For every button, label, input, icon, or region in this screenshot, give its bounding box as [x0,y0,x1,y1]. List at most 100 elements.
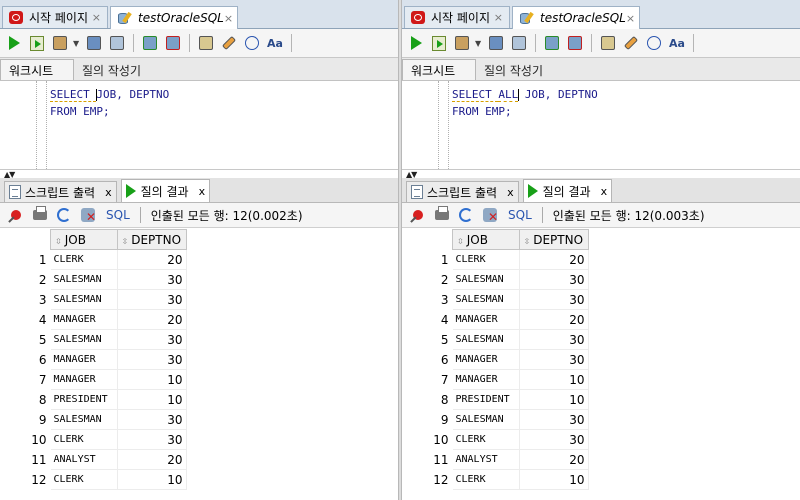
cell-job[interactable]: SALESMAN [50,409,118,430]
cell-deptno[interactable]: 10 [117,389,187,410]
rollback-button[interactable] [565,33,585,53]
cancel-fetch-button[interactable] [480,205,500,225]
close-icon[interactable]: × [626,12,635,25]
autotrace-button[interactable] [50,33,70,53]
table-row[interactable]: 7 MANAGER 10 [406,369,589,390]
cell-deptno[interactable]: 20 [117,449,187,470]
sql-tuning-button[interactable] [509,33,529,53]
cell-job[interactable]: MANAGER [452,309,520,330]
close-icon[interactable]: × [494,11,503,24]
cell-job[interactable]: SALESMAN [50,329,118,350]
table-row[interactable]: 5 SALESMAN 30 [4,329,187,350]
tab-start-page[interactable]: 시작 페이지 × [404,6,510,28]
close-icon[interactable]: × [224,12,233,25]
cell-job[interactable]: CLERK [452,469,520,490]
column-header-deptno[interactable]: ⇳ DEPTNO [116,229,187,250]
explain-plan-button[interactable] [486,33,506,53]
tab-query-builder[interactable]: 질의 작성기 [476,60,551,80]
table-row[interactable]: 12 CLERK 10 [4,469,187,490]
run-script-button[interactable] [429,33,449,53]
column-header-job[interactable]: ⇳ JOB [50,229,118,250]
cell-deptno[interactable]: 30 [117,409,187,430]
sql-link[interactable]: SQL [106,208,130,222]
cell-job[interactable]: CLERK [50,249,118,270]
cell-job[interactable]: PRESIDENT [452,389,520,410]
table-row[interactable]: 8 PRESIDENT 10 [4,389,187,410]
table-row[interactable]: 11 ANALYST 20 [406,449,589,470]
cell-deptno[interactable]: 20 [117,309,187,330]
cell-job[interactable]: CLERK [452,249,520,270]
sort-icon[interactable]: ⇳ [122,237,129,246]
cell-deptno[interactable]: 20 [519,449,589,470]
refresh-button[interactable] [456,205,476,225]
table-row[interactable]: 3 SALESMAN 30 [4,289,187,310]
tab-worksheet[interactable]: 워크시트 [0,59,74,80]
print-button[interactable] [432,205,452,225]
cell-job[interactable]: CLERK [50,469,118,490]
table-row[interactable]: 9 SALESMAN 30 [4,409,187,430]
sort-icon[interactable]: ⇳ [524,237,531,246]
cell-job[interactable]: SALESMAN [50,269,118,290]
tab-test-oracle-sql[interactable]: testOracleSQL × [512,6,640,29]
tab-start-page[interactable]: 시작 페이지 × [2,6,108,28]
cell-deptno[interactable]: 30 [519,429,589,450]
chevron-down-icon[interactable]: ▼ [475,39,483,48]
history-button[interactable] [242,33,262,53]
table-row[interactable]: 9 SALESMAN 30 [406,409,589,430]
cell-deptno[interactable]: 20 [519,309,589,330]
sql-link[interactable]: SQL [508,208,532,222]
tab-query-result[interactable]: 질의 결과 x [522,179,613,202]
tab-script-output[interactable]: 스크립트 출력 x [4,181,117,202]
table-row[interactable]: 10 CLERK 30 [4,429,187,450]
close-icon[interactable]: x [199,185,206,198]
cell-job[interactable]: CLERK [452,429,520,450]
freeze-view-button[interactable] [6,205,26,225]
clear-button[interactable] [621,33,641,53]
rollback-button[interactable] [163,33,183,53]
run-script-button[interactable] [27,33,47,53]
table-row[interactable]: 6 MANAGER 30 [4,349,187,370]
cell-deptno[interactable]: 10 [117,469,187,490]
table-row[interactable]: 1 CLERK 20 [406,249,589,270]
format-button[interactable]: Aa [667,33,687,53]
cell-job[interactable]: SALESMAN [452,329,520,350]
cell-job[interactable]: SALESMAN [452,409,520,430]
sql-code[interactable]: SELECT ALL JOB, DEPTNO FROM EMP; [452,86,598,120]
tab-test-oracle-sql[interactable]: testOracleSQL × [110,6,238,29]
run-statement-button[interactable] [4,33,24,53]
tab-worksheet[interactable]: 워크시트 [402,59,476,80]
table-row[interactable]: 11 ANALYST 20 [4,449,187,470]
cell-deptno[interactable]: 30 [519,349,589,370]
tab-query-result[interactable]: 질의 결과 x [120,179,211,202]
tab-script-output[interactable]: 스크립트 출력 x [406,181,519,202]
table-row[interactable]: 2 SALESMAN 30 [406,269,589,290]
table-row[interactable]: 7 MANAGER 10 [4,369,187,390]
autotrace-button[interactable] [452,33,472,53]
commit-button[interactable] [140,33,160,53]
cell-job[interactable]: ANALYST [50,449,118,470]
cell-job[interactable]: MANAGER [50,349,118,370]
cell-deptno[interactable]: 10 [519,469,589,490]
refresh-button[interactable] [54,205,74,225]
freeze-view-button[interactable] [408,205,428,225]
cell-deptno[interactable]: 10 [117,369,187,390]
table-row[interactable]: 6 MANAGER 30 [406,349,589,370]
cell-deptno[interactable]: 30 [117,269,187,290]
cell-deptno[interactable]: 10 [519,389,589,410]
cell-job[interactable]: MANAGER [452,369,520,390]
cell-job[interactable]: MANAGER [50,309,118,330]
cell-deptno[interactable]: 30 [117,289,187,310]
cell-deptno[interactable]: 10 [519,369,589,390]
print-button[interactable] [30,205,50,225]
column-header-job[interactable]: ⇳ JOB [452,229,520,250]
sql-editor[interactable]: SELECT ALL JOB, DEPTNO FROM EMP; [402,81,800,170]
close-icon[interactable]: x [601,185,608,198]
cell-deptno[interactable]: 30 [519,409,589,430]
cancel-fetch-button[interactable] [78,205,98,225]
sql-editor[interactable]: SELECT JOB, DEPTNO FROM EMP; [0,81,398,170]
table-row[interactable]: 3 SALESMAN 30 [406,289,589,310]
clear-button[interactable] [219,33,239,53]
sql-tuning-button[interactable] [107,33,127,53]
table-row[interactable]: 4 MANAGER 20 [406,309,589,330]
cell-job[interactable]: SALESMAN [452,289,520,310]
